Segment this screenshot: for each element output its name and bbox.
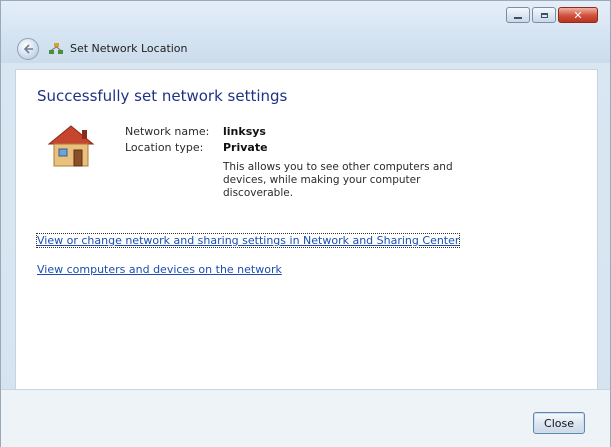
- network-name-value: linksys: [223, 125, 266, 138]
- maximize-button[interactable]: [532, 7, 556, 23]
- network-location-icon: [49, 43, 63, 54]
- maximize-icon: [540, 12, 548, 18]
- window-title: Set Network Location: [70, 42, 188, 55]
- close-icon: ✕: [573, 8, 583, 22]
- back-arrow-icon: [23, 44, 33, 54]
- minimize-icon: [514, 16, 522, 19]
- caption-buttons: ✕: [506, 7, 598, 23]
- view-computers-link[interactable]: View computers and devices on the networ…: [37, 263, 282, 276]
- page-heading: Successfully set network settings: [37, 87, 288, 105]
- network-sharing-center-link[interactable]: View or change network and sharing setti…: [35, 233, 461, 248]
- dialog-window: ✕ Set Network Location Successfully set …: [0, 0, 611, 447]
- close-button[interactable]: Close: [533, 412, 585, 434]
- content-panel: [15, 69, 598, 390]
- dialog-footer: [1, 389, 610, 447]
- network-name-label: Network name:: [125, 125, 210, 138]
- minimize-button[interactable]: [506, 7, 530, 23]
- location-description: This allows you to see other computers a…: [223, 161, 453, 199]
- location-type-label: Location type:: [125, 141, 204, 154]
- house-icon: [47, 125, 95, 167]
- location-type-value: Private: [223, 141, 268, 154]
- window-close-button[interactable]: ✕: [558, 7, 598, 23]
- title-bar: ✕ Set Network Location: [1, 1, 610, 63]
- back-button[interactable]: [17, 38, 39, 60]
